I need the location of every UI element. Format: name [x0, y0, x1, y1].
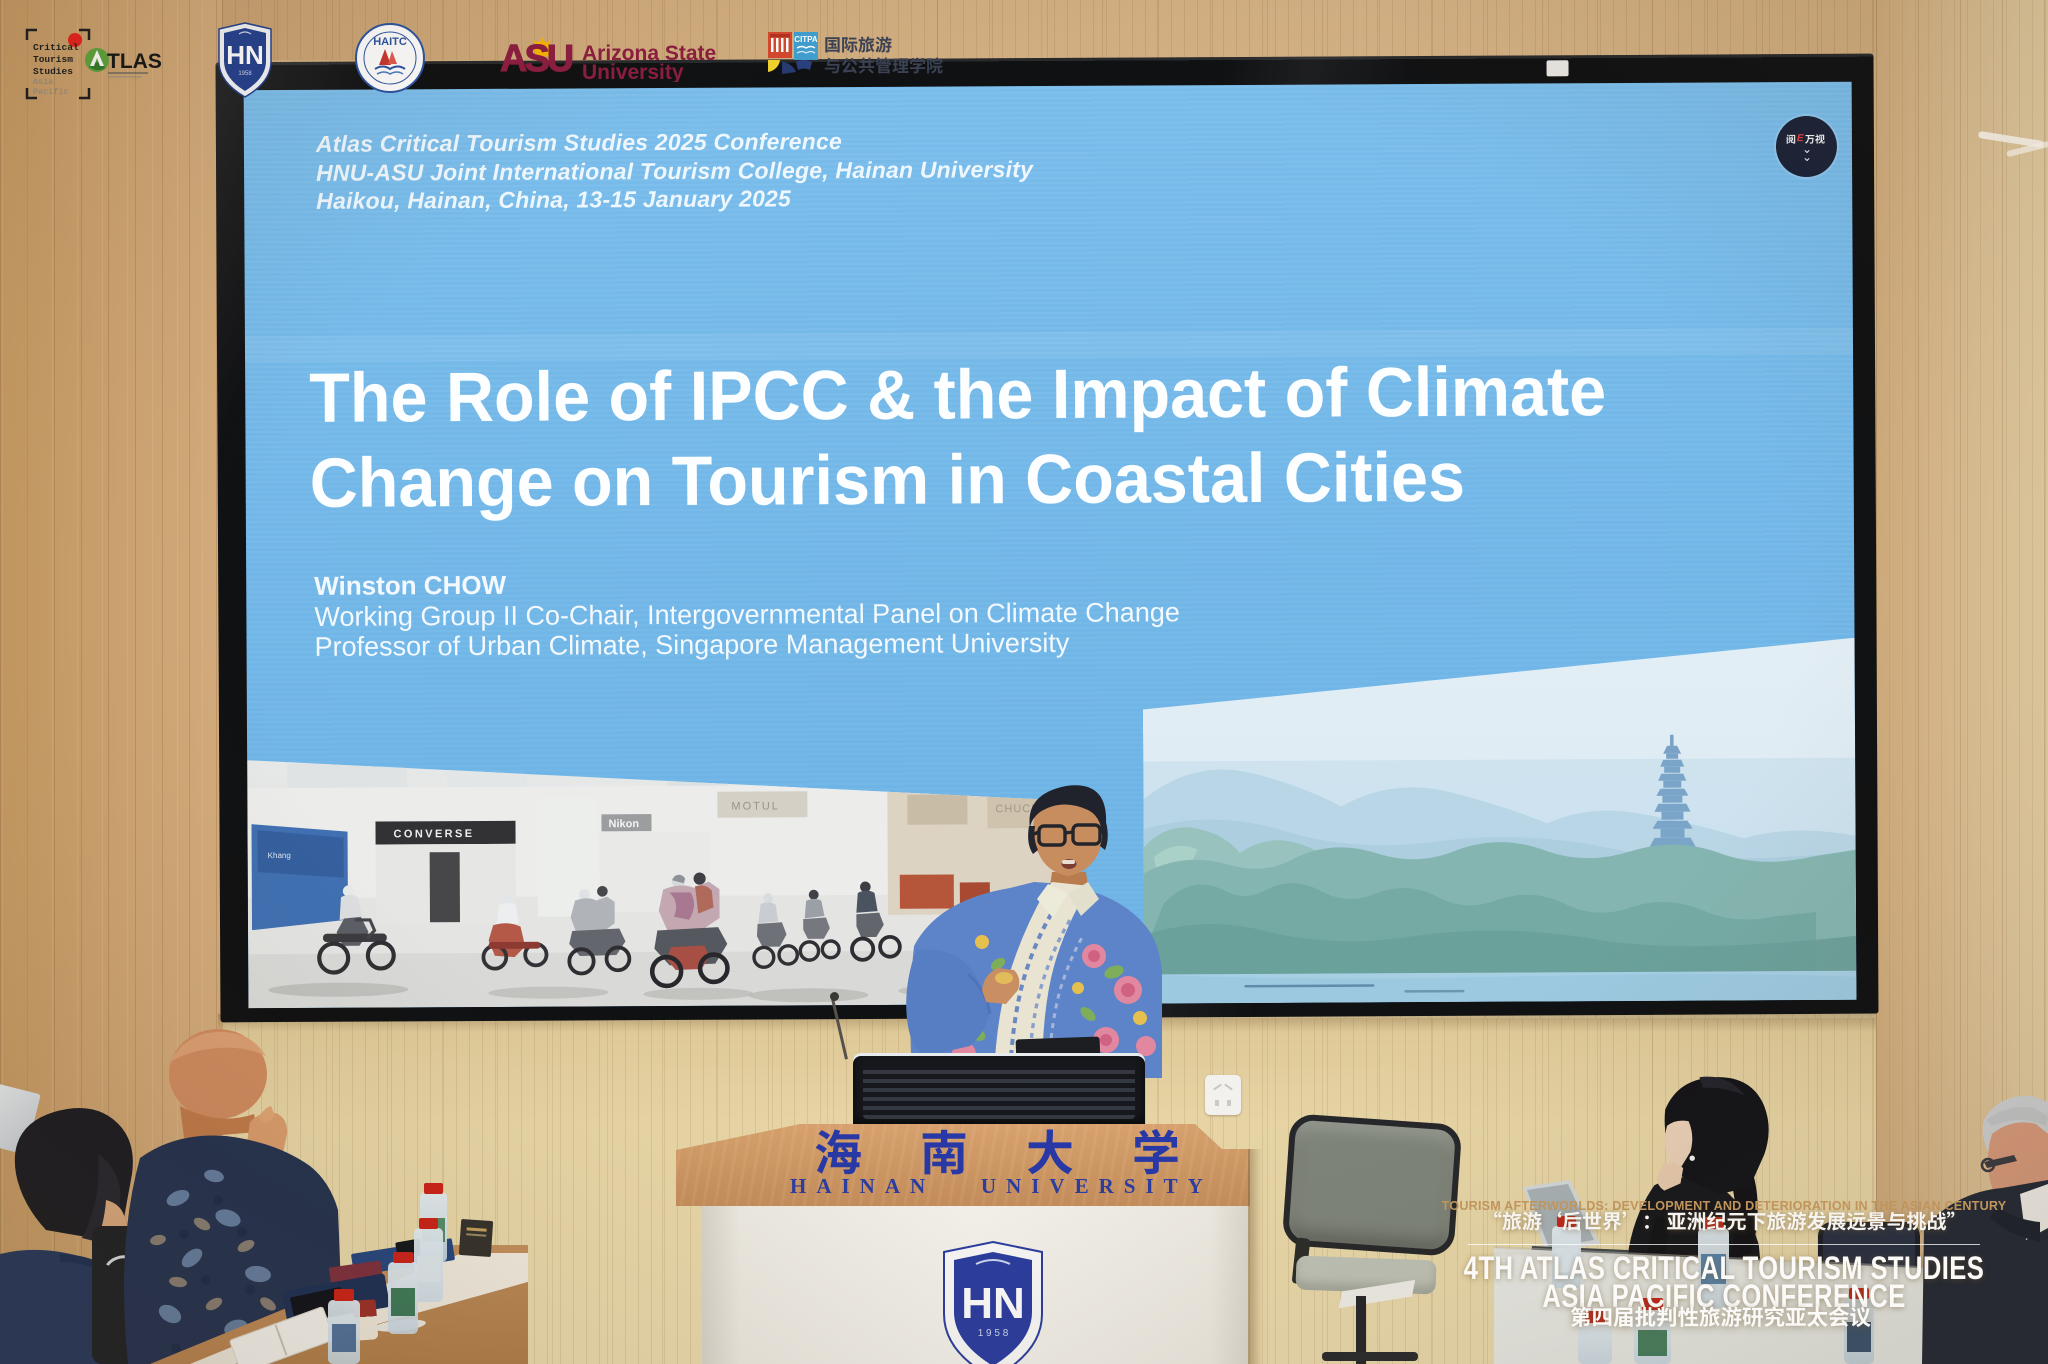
svg-text:MOTUL: MOTUL	[731, 800, 780, 812]
svg-text:CONVERSE: CONVERSE	[394, 828, 475, 840]
svg-text:HAITC: HAITC	[373, 36, 407, 48]
svg-text:Pacific: Pacific	[33, 87, 69, 97]
svg-text:Khang: Khang	[268, 851, 291, 860]
svg-text:HN: HN	[961, 1279, 1025, 1328]
svg-text:Studies: Studies	[33, 66, 73, 77]
svg-text:CITPA: CITPA	[794, 35, 818, 44]
svg-text:University: University	[582, 61, 684, 82]
svg-text:1 9 5 8: 1 9 5 8	[978, 1328, 1009, 1339]
svg-text:Critical: Critical	[33, 42, 79, 53]
svg-text:HN: HN	[226, 40, 264, 70]
svg-text:Tourism: Tourism	[33, 54, 73, 65]
svg-text:1958: 1958	[238, 71, 252, 77]
svg-text:TLAS: TLAS	[107, 50, 162, 73]
svg-text:ASU: ASU	[500, 38, 573, 80]
svg-text:Nikon: Nikon	[608, 818, 639, 830]
svg-text:Asia: Asia	[33, 77, 53, 87]
